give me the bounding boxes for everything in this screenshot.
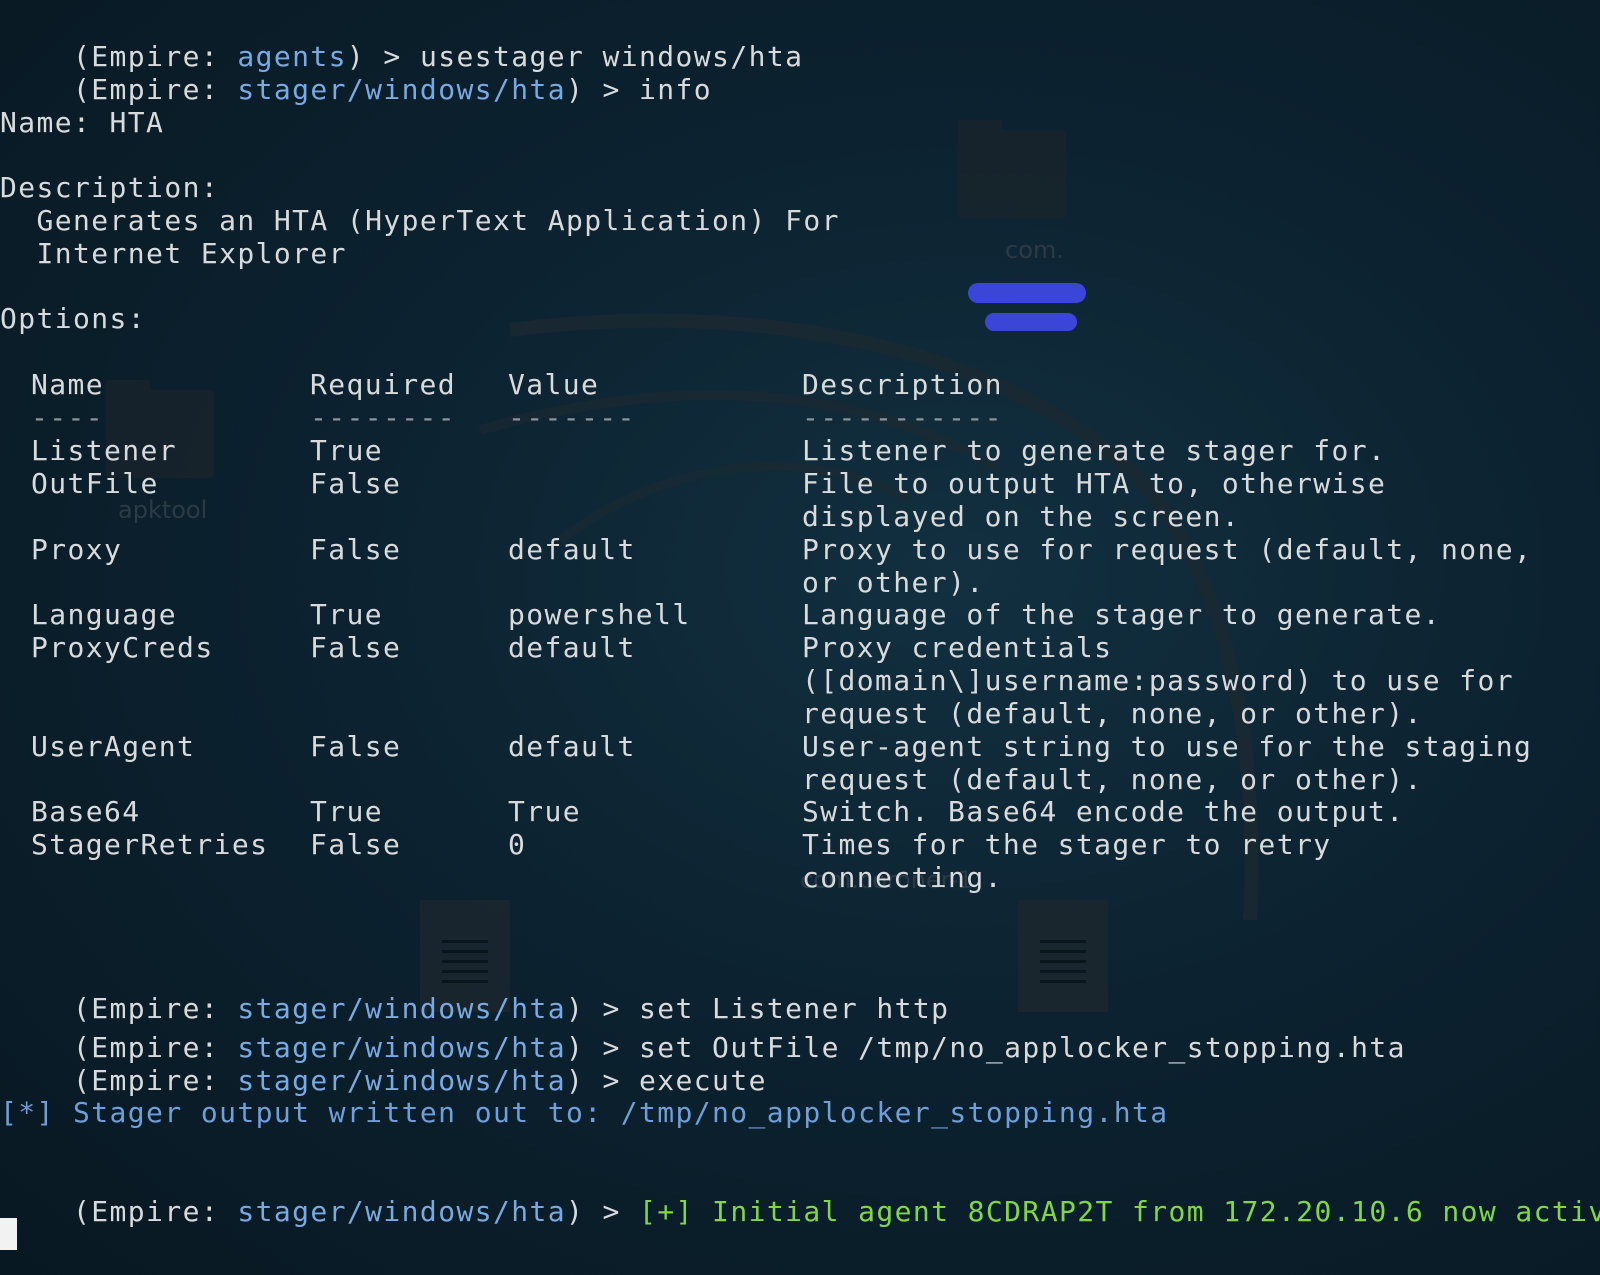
- info-name: Name: HTA: [0, 106, 165, 139]
- option-value: default: [508, 533, 636, 566]
- desktop-label-apktool: apktool: [118, 496, 208, 524]
- command-line: (Empire: agents) > usestager windows/hta: [0, 7, 803, 73]
- prompt-context: stager/windows/hta: [237, 1064, 566, 1097]
- prompt-open: (Empire:: [73, 1195, 238, 1228]
- option-required: False: [310, 467, 402, 500]
- option-description: connecting.: [802, 861, 1003, 894]
- option-description: Times for the stager to retry: [802, 828, 1332, 861]
- option-value: True: [508, 795, 582, 828]
- info-description-text: Generates an HTA (HyperText Application)…: [0, 204, 840, 237]
- redaction-scribble: [985, 313, 1077, 331]
- option-name: Language: [31, 598, 178, 631]
- prompt-open: (Empire:: [73, 1064, 238, 1097]
- command-text: info: [639, 73, 713, 106]
- column-separator: -------: [508, 401, 636, 434]
- option-required: False: [310, 828, 402, 861]
- command-line: (Empire: stager/windows/hta) > [+] Initi…: [0, 1162, 1600, 1228]
- option-name: ProxyCreds: [31, 631, 214, 664]
- prompt-close: ) >: [566, 73, 640, 106]
- option-description: or other).: [802, 566, 985, 599]
- column-header-description: Description: [802, 368, 1003, 401]
- option-description: request (default, none, or other).: [802, 763, 1423, 796]
- option-value: 0: [508, 828, 527, 861]
- info-options-label: Options:: [0, 302, 147, 335]
- info-description-label: Description:: [0, 171, 220, 204]
- column-separator: ----: [31, 401, 105, 434]
- option-required: True: [310, 434, 384, 467]
- option-description: User-agent string to use for the staging: [802, 730, 1533, 763]
- option-name: Base64: [31, 795, 141, 828]
- command-text: execute: [639, 1064, 767, 1097]
- option-value: powershell: [508, 598, 691, 631]
- option-name: Proxy: [31, 533, 123, 566]
- option-description: Listener to generate stager for.: [802, 434, 1387, 467]
- option-description: File to output HTA to, otherwise: [802, 467, 1387, 500]
- option-required: False: [310, 631, 402, 664]
- command-line: (Empire: stager/windows/hta) > info: [0, 40, 712, 106]
- column-separator: -----------: [802, 401, 1003, 434]
- option-description: displayed on the screen.: [802, 500, 1241, 533]
- option-name: Listener: [31, 434, 178, 467]
- option-description: Proxy credentials: [802, 631, 1113, 664]
- command-line: (Empire: stager/windows/hta) > execute: [0, 1031, 767, 1097]
- option-description: Proxy to use for request (default, none,: [802, 533, 1533, 566]
- column-header-name: Name: [31, 368, 105, 401]
- prompt-context: stager/windows/hta: [237, 73, 566, 106]
- option-required: True: [310, 598, 384, 631]
- prompt-close: ) >: [566, 1195, 640, 1228]
- option-description: Switch. Base64 encode the output.: [802, 795, 1405, 828]
- terminal-window[interactable]: com. apktool com.coroner-1 (Empire: agen…: [0, 0, 1600, 1275]
- prompt-close: ) >: [566, 1064, 640, 1097]
- option-required: False: [310, 730, 402, 763]
- document-icon: [1018, 900, 1108, 1012]
- option-value: default: [508, 631, 636, 664]
- redaction-scribble: [968, 283, 1086, 303]
- option-name: StagerRetries: [31, 828, 269, 861]
- desktop-folder-icon: [958, 120, 1066, 218]
- desktop-label-com: com.: [1005, 236, 1064, 264]
- column-header-value: Value: [508, 368, 600, 401]
- prompt-open: (Empire:: [73, 73, 238, 106]
- option-name: UserAgent: [31, 730, 196, 763]
- option-description: ([domain\]username:password) to use for: [802, 664, 1515, 697]
- option-description: Language of the stager to generate.: [802, 598, 1442, 631]
- option-name: OutFile: [31, 467, 159, 500]
- option-required: False: [310, 533, 402, 566]
- command-line: (Empire: stager/windows/hta) > set OutFi…: [0, 998, 1406, 1064]
- stager-output-status: [*] Stager output written out to: /tmp/n…: [0, 1096, 1169, 1129]
- prompt-context: stager/windows/hta: [237, 1195, 566, 1228]
- column-header-required: Required: [310, 368, 457, 401]
- info-description-text: Internet Explorer: [0, 237, 347, 270]
- column-separator: --------: [310, 401, 457, 434]
- option-value: default: [508, 730, 636, 763]
- option-description: request (default, none, or other).: [802, 697, 1423, 730]
- option-required: True: [310, 795, 384, 828]
- command-line: (Empire: stager/windows/hta) > set Liste…: [0, 959, 949, 1025]
- agent-active-message: [+] Initial agent 8CDRAP2T from 172.20.1…: [639, 1195, 1600, 1228]
- terminal-cursor[interactable]: [0, 1218, 17, 1250]
